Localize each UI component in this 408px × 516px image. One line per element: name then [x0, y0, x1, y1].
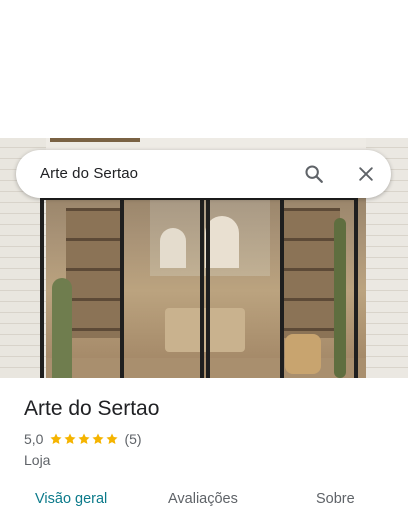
top-blank-area: [0, 0, 408, 138]
search-icon[interactable]: [300, 160, 328, 188]
place-category: Loja: [24, 452, 51, 468]
rating-value: 5,0: [24, 431, 44, 447]
tab-about[interactable]: Sobre: [316, 491, 355, 507]
rating-row[interactable]: 5,0 (5): [24, 430, 142, 448]
review-count[interactable]: (5): [124, 431, 141, 447]
close-icon[interactable]: [352, 160, 380, 188]
star-icon: [78, 433, 91, 445]
star-icon: [64, 433, 77, 445]
tab-reviews[interactable]: Avaliações: [168, 491, 238, 507]
place-title: Arte do Sertao: [24, 397, 160, 420]
star-icon: [92, 433, 105, 445]
search-bar[interactable]: Arte do Sertao: [16, 150, 391, 198]
search-input[interactable]: Arte do Sertao: [40, 165, 138, 182]
star-rating: [49, 432, 119, 446]
star-icon: [106, 433, 119, 445]
tab-overview[interactable]: Visão geral: [35, 491, 107, 507]
place-tabs: Visão geral Avaliações Sobre: [0, 484, 408, 516]
star-icon: [50, 433, 63, 445]
